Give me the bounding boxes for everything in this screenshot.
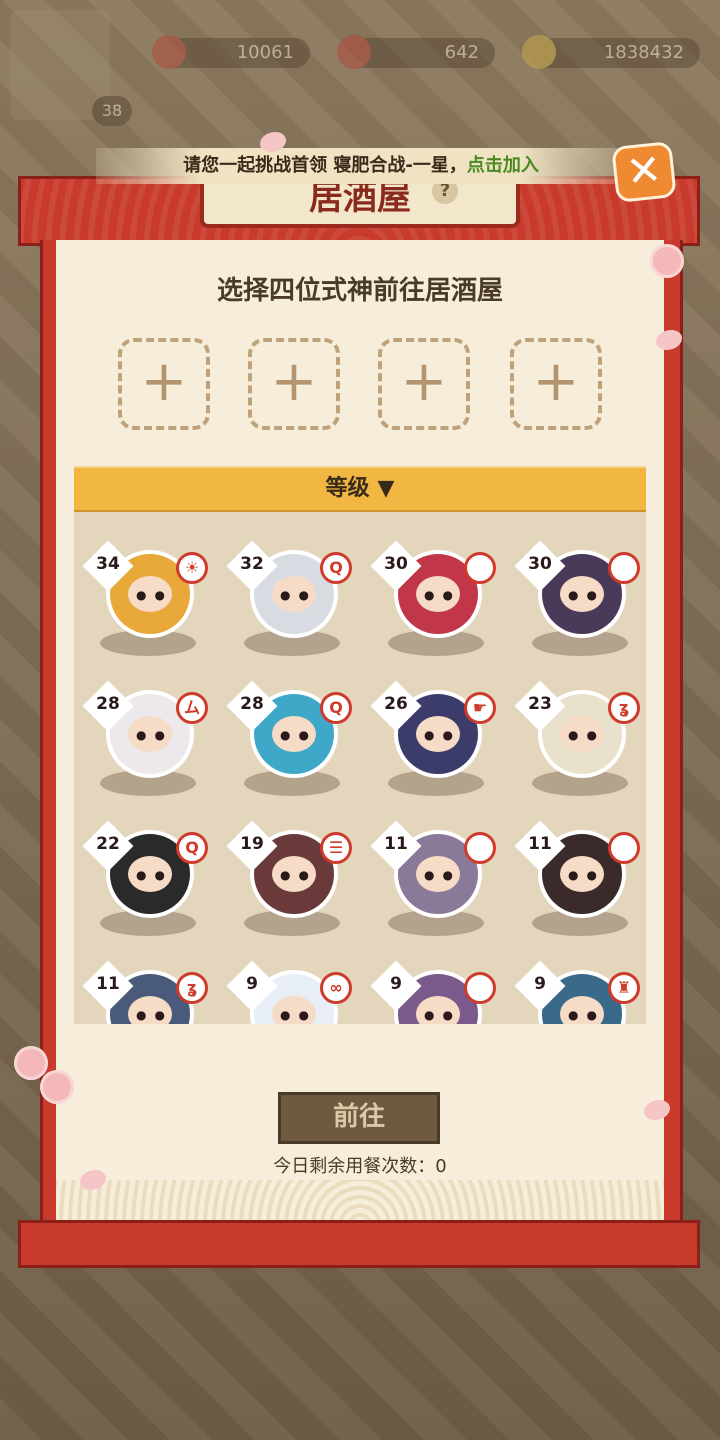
- skill-type-icon: [464, 972, 496, 1004]
- jade-icon: [337, 35, 371, 69]
- cherry-blossom-decoration: [14, 1046, 48, 1080]
- skill-type-icon: Q: [176, 832, 208, 864]
- skill-type-icon: ʓ: [176, 972, 208, 1004]
- skill-type-icon: ム: [176, 692, 208, 724]
- shikigami-level: 28: [96, 694, 120, 714]
- shikigami-eyes: ●●: [424, 868, 461, 882]
- jade-value: 642: [444, 42, 479, 63]
- shikigami-eyes: ●●: [424, 1008, 461, 1022]
- sort-dropdown[interactable]: 等级 ▼: [74, 466, 646, 512]
- shikigami-level: 9: [390, 974, 402, 994]
- skill-type-icon: ♜: [608, 972, 640, 1004]
- shikigami-level: 28: [240, 694, 264, 714]
- team-slot-4[interactable]: +: [510, 338, 602, 430]
- sort-label: 等级: [325, 476, 370, 501]
- shikigami-card[interactable]: ●● 30: [368, 530, 498, 660]
- skill-type-icon: Q: [320, 552, 352, 584]
- shikigami-card[interactable]: ●● 19 ☰: [224, 810, 354, 940]
- invite-text: 请您一起挑战首领 寝肥合战-一星，: [183, 155, 467, 176]
- invite-banner[interactable]: 请您一起挑战首领 寝肥合战-一星，点击加入: [96, 148, 626, 184]
- coin-value: 1838432: [603, 42, 684, 63]
- skill-type-icon: ☰: [320, 832, 352, 864]
- shikigami-eyes: ●●: [280, 588, 317, 602]
- shikigami-eyes: ●●: [280, 1008, 317, 1022]
- jade-counter[interactable]: 642: [337, 35, 495, 69]
- team-slot-1[interactable]: +: [118, 338, 210, 430]
- shikigami-level: 11: [384, 834, 408, 854]
- skill-type-icon: [608, 832, 640, 864]
- shikigami-level: 22: [96, 834, 120, 854]
- dialog-frame-right: [664, 240, 683, 1226]
- shikigami-eyes: ●●: [568, 728, 605, 742]
- shikigami-card[interactable]: ●● 26 ☛: [368, 670, 498, 800]
- stamina-icon: [152, 35, 186, 69]
- team-slot-3[interactable]: +: [378, 338, 470, 430]
- skill-type-icon: ☀: [176, 552, 208, 584]
- shikigami-card[interactable]: ●● 9 ♜: [512, 950, 642, 1024]
- shikigami-card[interactable]: ●● 22 Q: [80, 810, 210, 940]
- dialog-frame-bottom: [18, 1220, 700, 1268]
- shikigami-eyes: ●●: [568, 1008, 605, 1022]
- go-button[interactable]: 前往: [278, 1092, 440, 1144]
- close-icon: ✕: [623, 144, 664, 197]
- shikigami-card[interactable]: ●● 28 ム: [80, 670, 210, 800]
- skill-type-icon: [464, 832, 496, 864]
- cherry-blossom-decoration: [40, 1070, 74, 1104]
- shikigami-level: 30: [528, 554, 552, 574]
- shikigami-level: 30: [384, 554, 408, 574]
- shikigami-card[interactable]: ●● 11: [512, 810, 642, 940]
- top-resource-bar: 38 10061 642 1838432: [0, 0, 720, 126]
- shikigami-level: 34: [96, 554, 120, 574]
- shikigami-eyes: ●●: [136, 1008, 173, 1022]
- shikigami-eyes: ●●: [280, 868, 317, 882]
- dialog-subtitle: 选择四位式神前往居酒屋: [216, 276, 503, 306]
- shikigami-eyes: ●●: [424, 728, 461, 742]
- cherry-blossom-decoration: [650, 244, 684, 278]
- player-level: 38: [92, 96, 132, 126]
- skill-type-icon: Q: [320, 692, 352, 724]
- shikigami-level: 11: [528, 834, 552, 854]
- remaining-meals-text: 今日剩余用餐次数：0: [273, 1156, 447, 1177]
- skill-type-icon: ☛: [464, 692, 496, 724]
- skill-type-icon: [608, 552, 640, 584]
- shikigami-card[interactable]: ●● 23 ʓ: [512, 670, 642, 800]
- shikigami-level: 26: [384, 694, 408, 714]
- shikigami-level: 32: [240, 554, 264, 574]
- coin-counter[interactable]: 1838432: [522, 35, 700, 69]
- shikigami-eyes: ●●: [136, 588, 173, 602]
- shikigami-level: 11: [96, 974, 120, 994]
- shikigami-eyes: ●●: [424, 588, 461, 602]
- shikigami-card[interactable]: ●● 9 ∞: [224, 950, 354, 1024]
- shikigami-card[interactable]: ●● 9: [368, 950, 498, 1024]
- shikigami-card[interactable]: ●● 11: [368, 810, 498, 940]
- chevron-down-icon: ▼: [377, 476, 395, 501]
- join-link[interactable]: 点击加入: [467, 155, 539, 176]
- team-slot-2[interactable]: +: [248, 338, 340, 430]
- shikigami-level: 9: [534, 974, 546, 994]
- shikigami-level: 19: [240, 834, 264, 854]
- shikigami-eyes: ●●: [568, 868, 605, 882]
- shikigami-level: 23: [528, 694, 552, 714]
- shikigami-eyes: ●●: [136, 728, 173, 742]
- shikigami-card[interactable]: ●● 34 ☀: [80, 530, 210, 660]
- shikigami-card[interactable]: ●● 32 Q: [224, 530, 354, 660]
- skill-type-icon: [464, 552, 496, 584]
- coin-icon: [522, 35, 556, 69]
- skill-type-icon: ∞: [320, 972, 352, 1004]
- shikigami-eyes: ●●: [568, 588, 605, 602]
- shikigami-card[interactable]: ●● 28 Q: [224, 670, 354, 800]
- shikigami-list[interactable]: ●● 34 ☀ ●● 32 Q ●● 30 ●● 30 ●● 28 ム ●● 28 Q ●● 26 ☛ ●● 23 ʓ ●●…: [74, 512, 646, 1024]
- shikigami-eyes: ●●: [136, 868, 173, 882]
- stamina-value: 10061: [236, 42, 294, 63]
- close-button[interactable]: ✕: [611, 141, 677, 203]
- skill-type-icon: ʓ: [608, 692, 640, 724]
- shikigami-level: 9: [246, 974, 258, 994]
- shikigami-eyes: ●●: [280, 728, 317, 742]
- stamina-counter[interactable]: 10061: [152, 35, 310, 69]
- shikigami-card[interactable]: ●● 30: [512, 530, 642, 660]
- shikigami-card[interactable]: ●● 11 ʓ: [80, 950, 210, 1024]
